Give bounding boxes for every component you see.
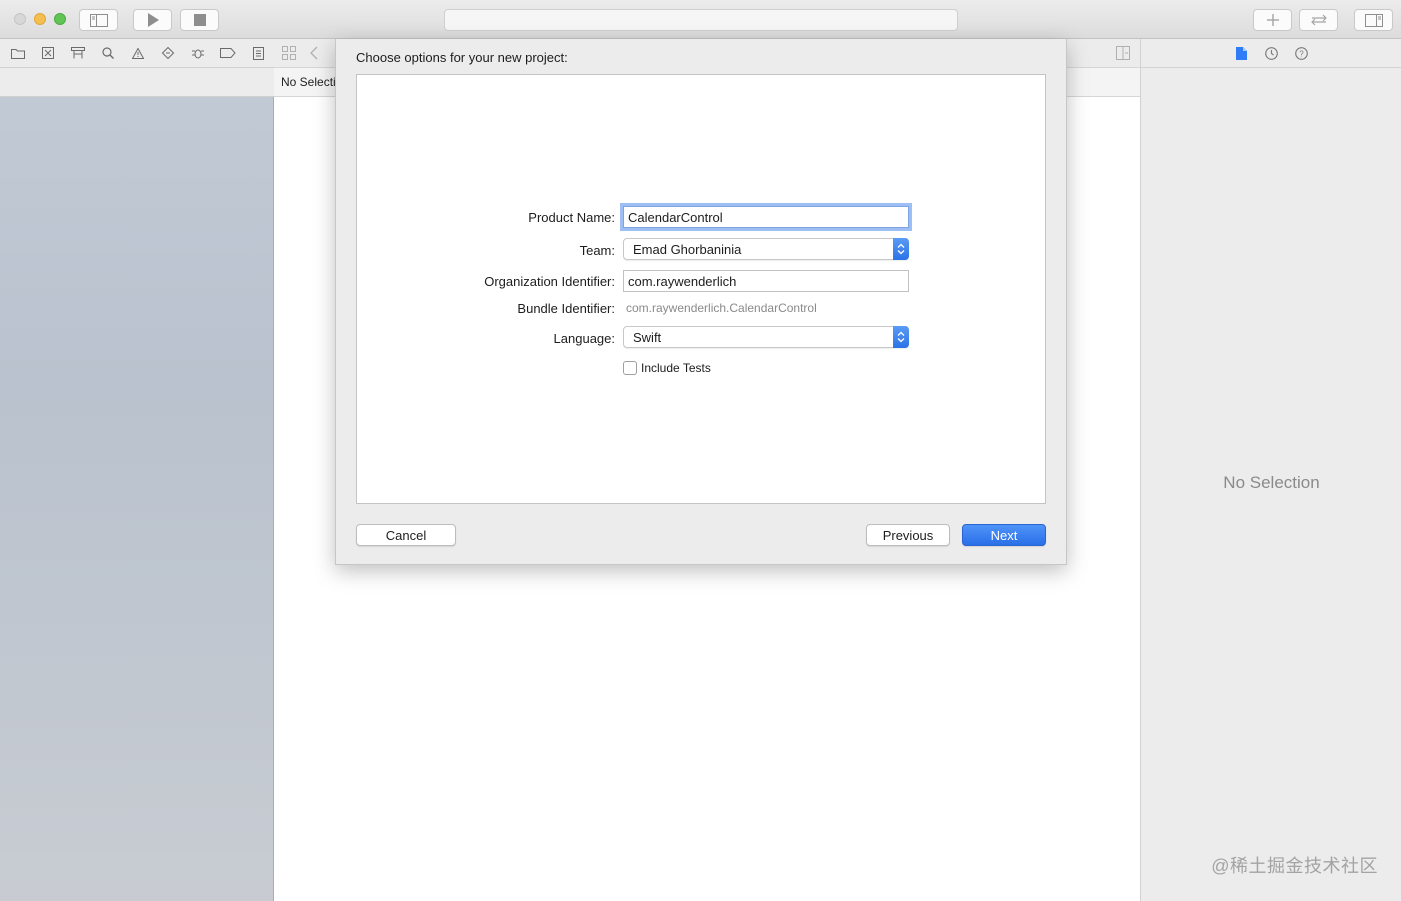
back-chevron-icon[interactable]: [310, 46, 318, 63]
file-icon[interactable]: [1234, 45, 1250, 61]
related-items-icon[interactable]: [282, 46, 296, 63]
new-project-sheet: Choose options for your new project: Pro…: [335, 39, 1067, 565]
debug-icon[interactable]: [189, 44, 207, 62]
inspector-no-selection: No Selection: [1223, 473, 1320, 492]
zoom-window-button[interactable]: [54, 13, 66, 25]
next-button[interactable]: Next: [962, 524, 1046, 546]
history-icon[interactable]: [1264, 45, 1280, 61]
inspector-tab-bar: ?: [1141, 39, 1401, 68]
org-id-field[interactable]: com.raywenderlich: [623, 270, 909, 292]
include-tests-label: Include Tests: [641, 361, 711, 375]
bundle-id-value: com.raywenderlich.CalendarControl: [626, 301, 817, 315]
stop-icon: [193, 14, 206, 26]
test-icon[interactable]: [159, 44, 177, 62]
previous-button[interactable]: Previous: [866, 524, 950, 546]
split-editor-icon[interactable]: [1116, 46, 1130, 63]
team-value: Emad Ghorbaninia: [633, 242, 742, 257]
popup-chevron-icon: [893, 238, 909, 260]
cancel-button[interactable]: Cancel: [356, 524, 456, 546]
window-toolbar: [0, 0, 1401, 39]
language-label: Language:: [553, 331, 615, 346]
run-button[interactable]: [133, 9, 172, 31]
minimize-window-button[interactable]: [34, 13, 46, 25]
svg-text:?: ?: [1299, 49, 1304, 58]
org-id-label: Organization Identifier:: [484, 274, 615, 289]
warning-icon[interactable]: [129, 44, 147, 62]
navigator-area: [0, 39, 274, 901]
hierarchy-icon[interactable]: [69, 44, 87, 62]
team-label: Team:: [579, 243, 615, 258]
source-control-icon[interactable]: [39, 44, 57, 62]
path-label: No Selecti: [281, 75, 336, 89]
close-window-button[interactable]: [14, 13, 26, 25]
options-panel: Product Name: CalendarControl Team: Emad…: [356, 74, 1046, 504]
watermark: @稀土掘金技术社区: [1211, 856, 1378, 876]
search-icon[interactable]: [99, 44, 117, 62]
include-tests-checkbox[interactable]: [623, 361, 637, 375]
run-icon: [147, 13, 159, 27]
bundle-id-label: Bundle Identifier:: [517, 301, 615, 316]
product-name-field[interactable]: CalendarControl: [623, 206, 909, 228]
language-popup[interactable]: Swift: [623, 326, 909, 348]
help-icon[interactable]: ?: [1294, 45, 1310, 61]
inspector-area: ? No Selection: [1140, 39, 1401, 901]
popup-chevron-icon: [893, 326, 909, 348]
sheet-title: Choose options for your new project:: [356, 50, 568, 65]
inspector-toggle-button[interactable]: [1354, 9, 1393, 31]
stop-button[interactable]: [180, 9, 219, 31]
include-tests-row[interactable]: Include Tests: [623, 361, 711, 375]
review-icon: [1310, 14, 1327, 26]
navigator-toggle-icon: [89, 13, 108, 27]
team-popup[interactable]: Emad Ghorbaninia: [623, 238, 909, 260]
report-icon[interactable]: [249, 44, 267, 62]
org-id-value: com.raywenderlich: [628, 274, 737, 289]
product-name-label: Product Name:: [528, 210, 615, 225]
folder-icon[interactable]: [9, 44, 27, 62]
product-name-value: CalendarControl: [628, 210, 723, 225]
breakpoint-icon[interactable]: [219, 44, 237, 62]
navigator-tab-bar: [0, 39, 274, 68]
code-review-button[interactable]: [1299, 9, 1338, 31]
navigator-toggle-button[interactable]: [79, 9, 118, 31]
navigator-filter-bar: [0, 68, 274, 97]
inspector-toggle-icon: [1364, 13, 1383, 27]
library-icon: [1266, 14, 1279, 26]
activity-viewer: [444, 9, 958, 31]
library-button[interactable]: [1253, 9, 1292, 31]
language-value: Swift: [633, 330, 662, 345]
